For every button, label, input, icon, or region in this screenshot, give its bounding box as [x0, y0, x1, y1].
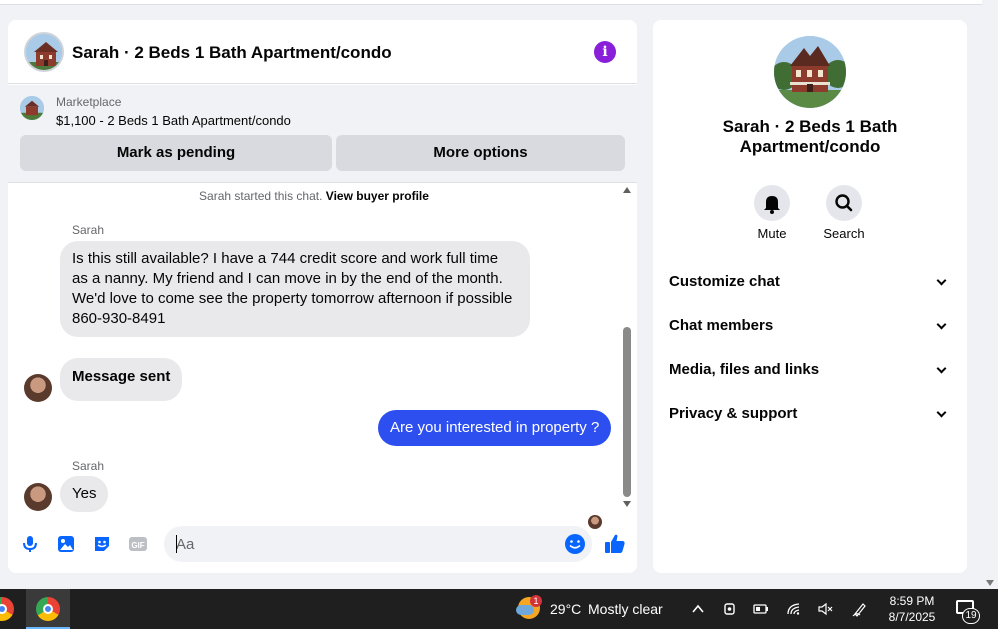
mark-as-pending-button[interactable]: Mark as pending — [20, 135, 332, 171]
weather-condition[interactable]: Mostly clear — [588, 601, 663, 617]
mute-label: Mute — [757, 226, 787, 241]
search-icon — [835, 194, 853, 212]
privacy-support-section[interactable]: Privacy & support — [669, 400, 951, 428]
listing-price-title[interactable]: $1,100 - 2 Beds 1 Bath Apartment/condo — [56, 113, 291, 128]
chevron-down-icon — [936, 319, 947, 330]
house-image-icon — [774, 36, 846, 108]
marketplace-listing-bar: Marketplace $1,100 - 2 Beds 1 Bath Apart… — [8, 85, 637, 183]
sarah-avatar[interactable] — [24, 483, 52, 511]
message-sender: Sarah — [72, 459, 105, 473]
windows-taskbar: 1 29°C Mostly clear 8:59 PM 8/7/2025 19 — [0, 589, 998, 629]
chrome-icon — [36, 597, 60, 621]
chat-members-section[interactable]: Chat members — [669, 312, 951, 340]
chat-title[interactable]: Sarah · 2 Beds 1 Bath Apartment/condo — [72, 43, 392, 63]
message-bubble-outgoing[interactable]: Are you interested in property ? — [378, 410, 612, 446]
message-bubble-incoming[interactable]: Yes — [60, 476, 109, 512]
clock-time: 8:59 PM — [889, 594, 935, 608]
message-input-box[interactable] — [164, 526, 592, 562]
microphone-icon[interactable] — [20, 534, 40, 554]
section-label: Chat members — [669, 317, 774, 334]
thumbs-up-icon[interactable] — [603, 532, 627, 556]
text-caret — [176, 535, 177, 553]
media-files-links-section[interactable]: Media, files and links — [669, 356, 951, 384]
pen-icon[interactable] — [852, 601, 868, 617]
info-panel-title: Sarah · 2 Beds 1 Bath Apartment/condo — [722, 117, 898, 156]
chat-header: Sarah · 2 Beds 1 Bath Apartment/condo i — [8, 20, 637, 84]
taskbar-app-chrome-active[interactable] — [26, 589, 70, 629]
cloud-icon — [516, 605, 534, 615]
chat-panel: Sarah · 2 Beds 1 Bath Apartment/condo i … — [8, 20, 637, 573]
chrome-icon — [0, 597, 14, 621]
sarah-avatar[interactable] — [24, 374, 52, 402]
conversation-info-icon[interactable]: i — [594, 41, 616, 63]
message-bubble-incoming[interactable]: Is this still available? I have a 744 cr… — [60, 241, 530, 337]
customize-chat-section[interactable]: Customize chat — [669, 268, 951, 296]
photo-icon[interactable] — [56, 534, 76, 554]
emoji-icon[interactable] — [564, 533, 586, 555]
conversation-info-panel: Sarah · 2 Beds 1 Bath Apartment/condo Mu… — [653, 20, 967, 573]
bell-icon — [764, 196, 780, 214]
meet-now-icon[interactable] — [722, 601, 738, 617]
section-label: Customize chat — [669, 273, 780, 290]
section-label: Privacy & support — [669, 405, 798, 422]
gif-icon[interactable]: GIF — [128, 534, 148, 554]
clock-date: 8/7/2025 — [888, 610, 936, 624]
scroll-up-arrow[interactable] — [623, 187, 631, 193]
scroll-thumb[interactable] — [623, 327, 631, 497]
top-bar — [0, 0, 982, 5]
speaker-muted-icon[interactable] — [817, 601, 833, 617]
listing-avatar[interactable] — [24, 32, 64, 72]
chat-started-notice: Sarah started this chat. View buyer prof… — [8, 189, 620, 203]
sticker-icon[interactable] — [92, 534, 112, 554]
more-options-button[interactable]: More options — [336, 135, 625, 171]
search-button[interactable] — [826, 185, 862, 221]
house-image-icon — [20, 96, 44, 120]
chevron-down-icon — [936, 275, 947, 286]
svg-text:GIF: GIF — [131, 541, 144, 550]
message-input[interactable] — [176, 534, 536, 554]
chevron-down-icon — [936, 363, 947, 374]
weather-badge: 1 — [530, 595, 542, 607]
mute-button[interactable] — [754, 185, 790, 221]
battery-icon[interactable] — [753, 601, 769, 617]
system-clock[interactable]: 8:59 PM 8/7/2025 — [880, 593, 944, 625]
notification-count-badge: 19 — [962, 608, 980, 624]
chevron-up-icon[interactable] — [690, 601, 706, 617]
message-sender: Sarah — [72, 223, 105, 237]
section-label: Media, files and links — [669, 361, 820, 378]
listing-profile-photo[interactable] — [774, 36, 846, 108]
wifi-icon[interactable] — [786, 601, 802, 617]
house-image-icon — [26, 34, 62, 70]
search-label: Search — [823, 226, 865, 241]
message-thread[interactable]: Sarah started this chat. View buyer prof… — [8, 183, 637, 529]
taskbar-app-chrome-pinned[interactable] — [0, 589, 20, 629]
message-bubble-incoming[interactable]: Message sent — [60, 358, 183, 401]
scroll-down-arrow[interactable] — [623, 501, 631, 507]
thread-scrollbar[interactable] — [622, 187, 632, 513]
page-scrollbar[interactable] — [982, 0, 998, 589]
marketplace-label: Marketplace — [56, 95, 122, 109]
chevron-down-icon — [936, 407, 947, 418]
chat-started-text: Sarah started this chat. — [199, 189, 323, 203]
message-composer: GIF — [8, 523, 637, 565]
temperature[interactable]: 29°C — [550, 601, 581, 617]
listing-thumbnail[interactable] — [20, 96, 44, 120]
view-buyer-profile-link[interactable]: View buyer profile — [326, 189, 429, 203]
scroll-down-arrow[interactable] — [986, 580, 994, 586]
